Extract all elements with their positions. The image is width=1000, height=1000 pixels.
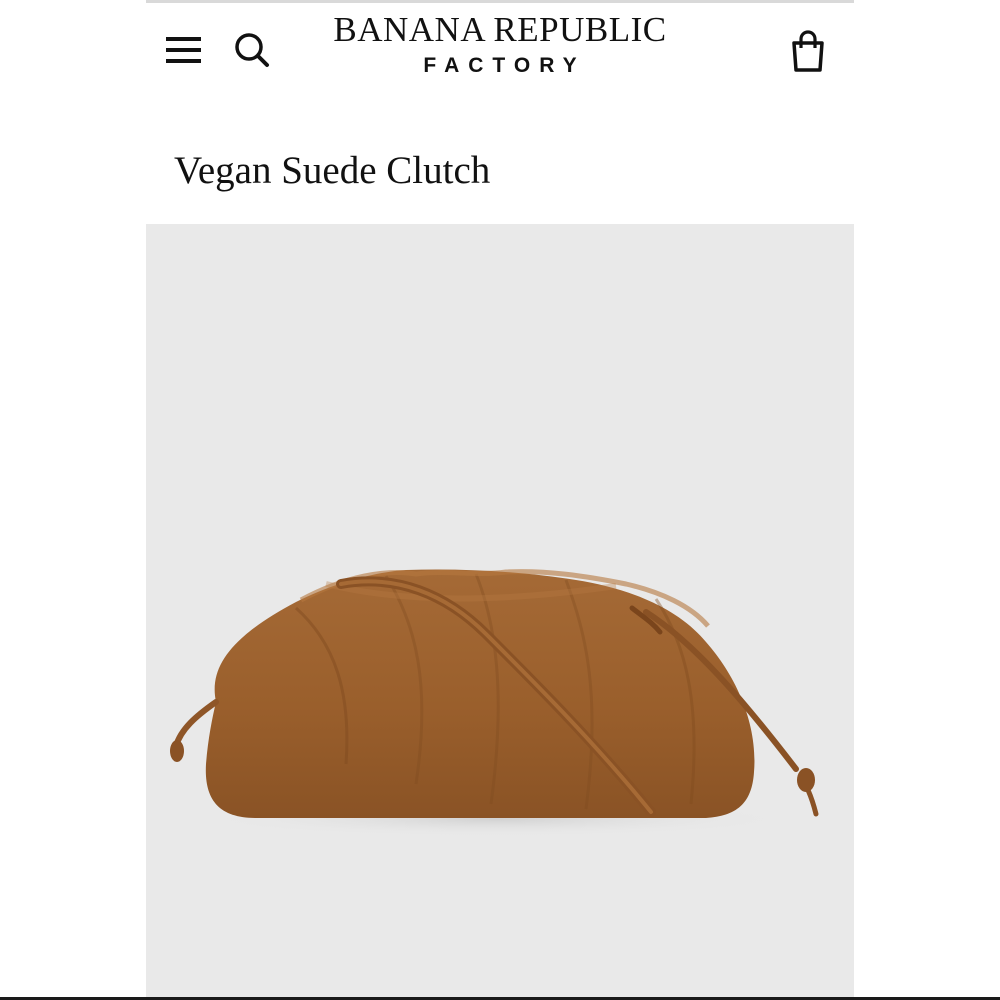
product-image[interactable] — [146, 224, 854, 1000]
search-icon[interactable] — [232, 30, 272, 70]
logo-line-2: FACTORY — [423, 54, 586, 77]
brand-logo[interactable]: BANANA REPUBLIC FACTORY — [300, 11, 700, 79]
site-header: BANANA REPUBLIC FACTORY — [146, 3, 854, 98]
product-page: BANANA REPUBLIC FACTORY Vegan Suede Clut… — [146, 0, 854, 1000]
product-title: Vegan Suede Clutch — [174, 149, 491, 192]
logo-line-1: BANANA REPUBLIC — [333, 10, 667, 49]
shopping-bag-icon[interactable] — [788, 30, 828, 74]
hamburger-menu-icon[interactable] — [164, 32, 204, 68]
clutch-bag-illustration — [170, 569, 819, 837]
